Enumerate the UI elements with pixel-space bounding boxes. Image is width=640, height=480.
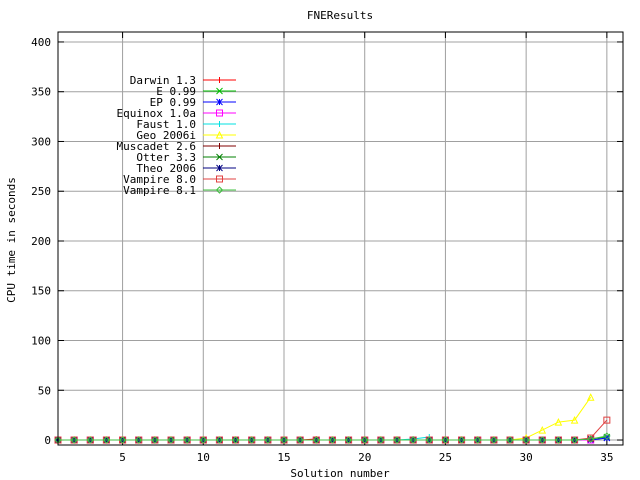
legend-marker xyxy=(216,164,223,172)
cpu-time-chart: FNEResults CPU time in seconds Solution … xyxy=(5,9,624,480)
x-axis-label: Solution number xyxy=(290,467,390,480)
y-tick-label: 150 xyxy=(31,285,51,298)
legend-marker xyxy=(216,121,223,127)
x-tick-label: 30 xyxy=(520,451,533,464)
x-tick-label: 35 xyxy=(600,451,613,464)
y-tick-label: 0 xyxy=(44,434,51,447)
x-tick-label: 15 xyxy=(277,451,290,464)
y-tick-label: 50 xyxy=(38,384,51,397)
plot-frame xyxy=(57,31,624,446)
series-4 xyxy=(55,434,433,444)
y-tick-label: 100 xyxy=(31,335,51,348)
x-tick-label: 20 xyxy=(358,451,371,464)
y-tick-label: 300 xyxy=(31,135,51,148)
x-tick-label: 25 xyxy=(439,451,452,464)
chart-title: FNEResults xyxy=(307,9,373,22)
grid xyxy=(58,32,623,445)
legend-label: Vampire 8.1 xyxy=(123,184,196,197)
x-tick-label: 5 xyxy=(119,451,126,464)
legend: Darwin 1.3E 0.99EP 0.99Equinox 1.0aFaust… xyxy=(117,74,236,197)
y-tick-label: 200 xyxy=(31,235,51,248)
legend-marker xyxy=(216,143,223,149)
y-tick-label: 350 xyxy=(31,86,51,99)
series-line xyxy=(58,396,592,441)
y-axis-label: CPU time in seconds xyxy=(5,177,18,303)
x-tick-label: 10 xyxy=(197,451,210,464)
y-tick-label: 250 xyxy=(31,185,51,198)
legend-marker xyxy=(216,98,223,106)
legend-entry: Vampire 8.1 xyxy=(123,184,236,197)
series-5 xyxy=(54,393,595,444)
y-axis-ticks: 0 50 100 150 200 250 300 350 400 xyxy=(31,36,623,447)
legend-marker xyxy=(216,77,223,83)
y-tick-label: 400 xyxy=(31,36,51,49)
